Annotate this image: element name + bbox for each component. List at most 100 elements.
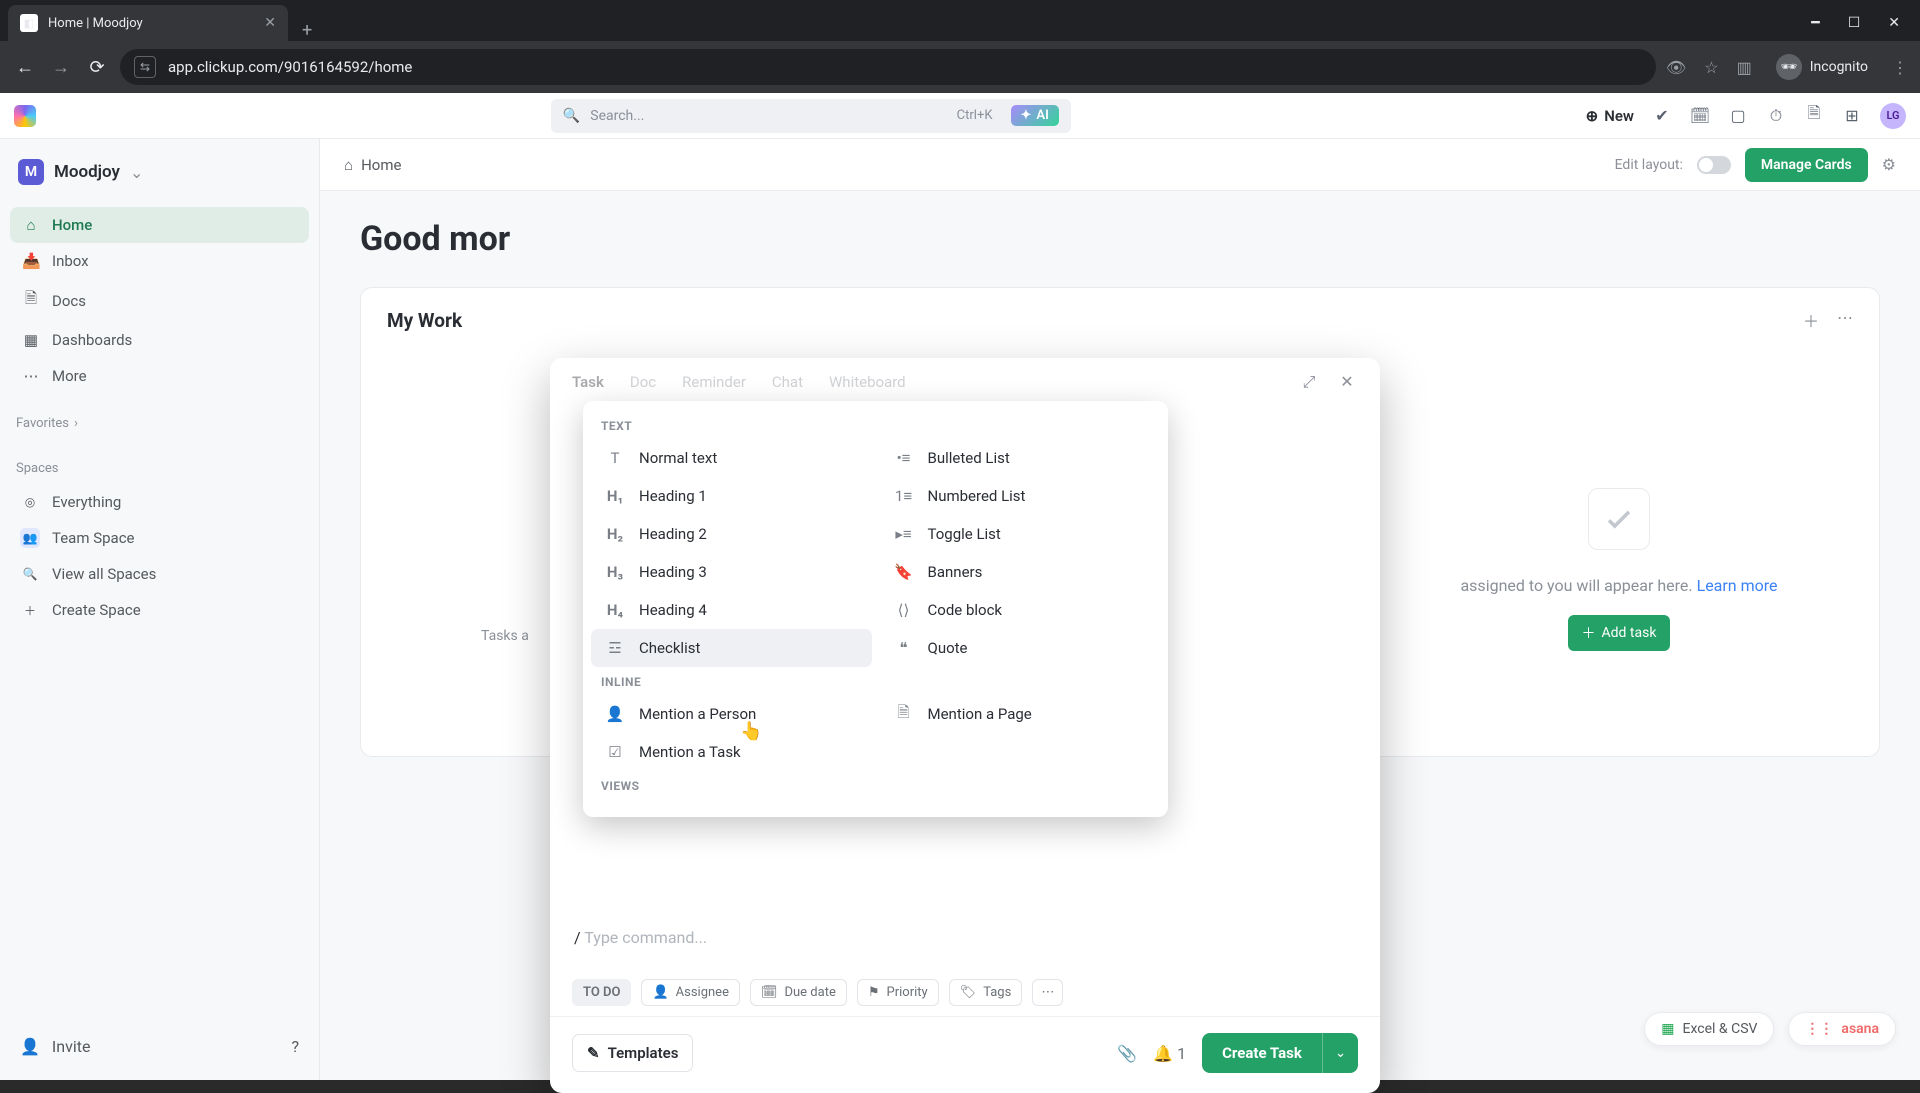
expand-icon[interactable]: ⤢ [1298,372,1320,392]
check-circle-icon[interactable]: ✔ [1652,106,1672,126]
app-header: 🔍 Search... Ctrl+K ✦ AI ⊕New ✔ 🗓 ▢ ⏱ 🗎 ⊞… [0,93,1920,139]
site-info-icon[interactable]: ⇆ [134,56,156,78]
tab-task[interactable]: Task [572,373,604,391]
menu-item-heading-4[interactable]: H₄Heading 4 [591,591,872,629]
help-icon[interactable]: ? [291,1037,299,1056]
edit-layout-toggle[interactable] [1697,156,1731,174]
tab-reminder[interactable]: Reminder [682,373,746,391]
attach-icon[interactable]: 📎 [1117,1044,1137,1063]
url-text: app.clickup.com/9016164592/home [168,58,412,76]
favorites-label[interactable]: Favorites › [16,416,309,431]
excel-csv-badge[interactable]: ▦Excel & CSV [1644,1012,1774,1046]
sidebar-item-more[interactable]: ⋯More [10,358,309,394]
tab-close-icon[interactable]: ✕ [264,15,276,31]
workspace-switcher[interactable]: M Moodjoy ⌄ [10,153,309,191]
clipboard-icon[interactable]: 🗓 [1690,106,1710,126]
menu-item-banners[interactable]: 🔖Banners [880,553,1161,591]
due-date-chip[interactable]: 🗓Due date [750,979,847,1006]
side-panel-icon[interactable]: ▥ [1737,58,1752,77]
learn-more-link[interactable]: Learn more [1697,576,1778,595]
tags-chip[interactable]: 🏷Tags [949,979,1023,1006]
create-task-dropdown[interactable]: ⌄ [1322,1033,1358,1073]
calendar-icon: 🗓 [761,985,778,1000]
view-all-spaces[interactable]: 🔍View all Spaces [10,556,309,592]
menu-item-mention-page[interactable]: 🗎Mention a Page [880,695,1161,733]
sidebar-item-dashboards[interactable]: ▦Dashboards [10,322,309,358]
plus-icon: ⊕ [1586,107,1599,125]
slash-prefix: / [574,928,581,947]
command-input[interactable]: / Type command... [550,918,1380,969]
incognito-indicator[interactable]: 🕶 Incognito [1770,50,1874,84]
priority-chip[interactable]: ⚑Priority [857,979,939,1006]
window-close-icon[interactable]: ✕ [1888,15,1900,31]
empty-state: assigned to you will appear here. Learn … [1419,488,1819,651]
clickup-logo-icon[interactable] [14,105,36,127]
incognito-icon: 🕶 [1776,54,1802,80]
menu-item-heading-2[interactable]: H₂Heading 2 [591,515,872,553]
menu-item-mention-task[interactable]: ☑Mention a Task [591,733,872,771]
window-minimize-icon[interactable]: ━ [1811,15,1819,31]
ai-button[interactable]: ✦ AI [1011,105,1059,126]
menu-item-heading-1[interactable]: H₁Heading 1 [591,477,872,515]
tracking-icon[interactable]: 👁 [1666,58,1686,77]
menu-item-quote[interactable]: ❝Quote [880,629,1161,667]
back-button[interactable]: ← [12,57,38,78]
add-task-button[interactable]: ＋Add task [1568,615,1671,651]
close-icon[interactable]: ✕ [1336,372,1358,392]
menu-item-bulleted-list[interactable]: •≡Bulleted List [880,439,1161,477]
breadcrumb-bar: ⌂Home Edit layout: Manage Cards ⚙ [320,139,1920,191]
create-space[interactable]: ＋Create Space [10,592,309,628]
card-add-icon[interactable]: ＋ [1803,308,1819,332]
forward-button[interactable]: → [48,57,74,78]
space-team[interactable]: 👥Team Space [10,520,309,556]
menu-item-mention-person[interactable]: 👤Mention a Person [591,695,872,733]
tab-chat[interactable]: Chat [772,373,803,391]
space-everything[interactable]: ◎Everything [10,484,309,520]
browser-tab[interactable]: ◧ Home | Moodjoy ✕ [8,5,288,41]
timer-icon[interactable]: ⏱ [1766,106,1786,126]
asana-badge[interactable]: ⋮⋮asana [1788,1012,1896,1046]
status-chip[interactable]: TO DO [572,979,631,1006]
video-icon[interactable]: ▢ [1728,106,1748,126]
sidebar-item-home[interactable]: ⌂Home [10,207,309,243]
sidebar-item-label: Docs [52,292,86,310]
manage-cards-button[interactable]: Manage Cards [1745,148,1868,182]
more-options-chip[interactable]: ⋯ [1032,979,1063,1006]
invite-button[interactable]: Invite [52,1037,91,1056]
dashboards-icon: ▦ [22,331,40,349]
space-label: View all Spaces [52,565,156,583]
new-tab-button[interactable]: + [288,20,326,41]
tab-whiteboard[interactable]: Whiteboard [829,373,906,391]
tab-doc[interactable]: Doc [630,373,656,391]
create-task-button[interactable]: Create Task [1202,1033,1322,1073]
sidebar-item-docs[interactable]: 🗎Docs [10,279,309,322]
global-search[interactable]: 🔍 Search... Ctrl+K ✦ AI [551,99,1071,133]
greeting: Good mor [320,191,1920,259]
reload-button[interactable]: ⟳ [84,57,110,78]
templates-button[interactable]: ✎Templates [572,1034,693,1072]
grid-apps-icon[interactable]: ⊞ [1842,106,1862,126]
browser-menu-icon[interactable]: ⋮ [1892,58,1908,77]
menu-item-normal-text[interactable]: TNormal text [591,439,872,477]
menu-item-numbered-list[interactable]: 1≡Numbered List [880,477,1161,515]
slash-command-menu: TEXT TNormal text H₁Heading 1 H₂Heading … [583,401,1168,817]
gear-icon[interactable]: ⚙ [1882,155,1896,174]
menu-item-toggle-list[interactable]: ▸≡Toggle List [880,515,1161,553]
new-button[interactable]: ⊕New [1586,107,1634,125]
window-maximize-icon[interactable]: ☐ [1848,15,1861,31]
menu-item-heading-3[interactable]: H₃Heading 3 [591,553,872,591]
bookmark-icon[interactable]: ☆ [1704,58,1718,77]
address-bar[interactable]: ⇆ app.clickup.com/9016164592/home [120,49,1656,85]
breadcrumb[interactable]: ⌂Home [344,156,401,174]
card-more-icon[interactable]: ⋯ [1837,308,1853,332]
doc-icon[interactable]: 🗎 [1804,106,1824,126]
assignee-chip[interactable]: 👤Assignee [641,979,740,1006]
avatar[interactable]: LG [1880,103,1906,129]
sidebar-item-inbox[interactable]: 📥Inbox [10,243,309,279]
space-label: Everything [52,493,121,511]
notify-button[interactable]: 🔔 1 [1153,1044,1186,1063]
sidebar-item-label: Inbox [52,252,89,270]
menu-item-code-block[interactable]: ⟨⟩Code block [880,591,1161,629]
menu-item-checklist[interactable]: ☲Checklist [591,629,872,667]
code-icon: ⟨⟩ [894,600,914,620]
